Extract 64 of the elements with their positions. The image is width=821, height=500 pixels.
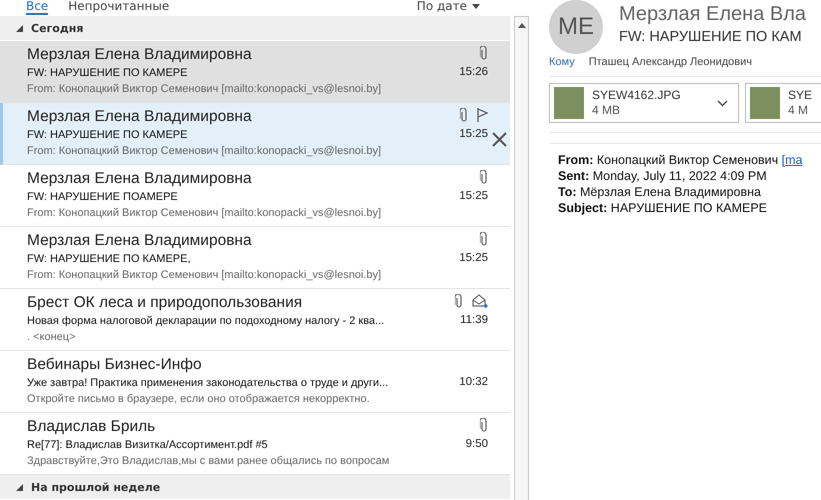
sender-name: Мерзлая Елена Владимировна [27, 169, 253, 189]
expand-triangle-icon [16, 24, 23, 32]
message-subject: FW: НАРУШЕНИЕ ПО КАМЕРЕ [27, 128, 188, 143]
header-line: From: Конопацкий Виктор Семенович [ma [558, 152, 804, 168]
message-time: 9:50 [466, 437, 488, 452]
message-preview: From: Конопацкий Виктор Семенович [mailto:konopacki_vs@lesnoi.by] [27, 206, 382, 221]
message-preview: From: Конопацкий Виктор Семенович [mailto:konopacki_vs@lesnoi.by] [27, 144, 382, 159]
file-name: SYEW4162.JPG [592, 88, 682, 103]
header-line: Subject: НАРУШЕНИЕ ПО КАМЕРЕ [558, 200, 768, 216]
photo-placeholder [554, 87, 584, 119]
message-time: 15:25 [459, 251, 488, 266]
sender-name: Мерзлая Елена Вла [619, 2, 806, 27]
scroll-up-icon[interactable] [518, 23, 526, 28]
message-time: 15:25 [459, 189, 488, 204]
message-subject: FW: НАРУШЕНИЕ ПО КАМЕРЕ, [27, 252, 192, 267]
group-header[interactable]: Сегодня [0, 16, 510, 41]
sort-dropdown[interactable]: По дате [416, 0, 480, 13]
file-name: SYE [788, 88, 814, 103]
message-item[interactable]: Брест ОК леса и природопользования Новая форма налоговой декларации по подоходному налогу - 2 ква... . <конец> 11:39 [0, 289, 510, 351]
email-subject: FW: НАРУШЕНИЕ ПО КАМ [619, 28, 803, 47]
flag-icon[interactable] [477, 108, 488, 122]
message-item[interactable]: Мерзлая Елена Владимировна FW: НАРУШЕНИЕ ПО КАМЕРЕ From: Конопацкий Виктор Семенович [mailto:konopacki_vs@lesnoi.by] 15:26 [0, 41, 510, 103]
file-size: 4 M [788, 103, 810, 118]
scrollbar[interactable] [514, 16, 529, 500]
avatar: ME [549, 0, 603, 54]
email-link[interactable]: [ma [782, 153, 802, 167]
message-subject: FW: НАРУШЕНИЕ ПОАМЕРЕ [27, 190, 179, 205]
group-header[interactable]: На прошлой неделе [0, 475, 510, 500]
chevron-down-icon[interactable] [717, 100, 728, 106]
message-subject: Re[77]: Владислав Визитка/Ассортимент.pdf #5 [27, 438, 269, 453]
sender-name: Вебинары Бизнес-Инфо [27, 355, 203, 375]
sender-name: Мерзлая Елена Владимировна [27, 231, 253, 251]
file-size: 4 MB [592, 103, 622, 118]
message-subject: Уже завтра! Практика применения законодательства о труде и други... [27, 376, 390, 391]
message-subject: Новая форма налоговой декларации по подоходному налогу - 2 ква... [27, 314, 386, 329]
filter-tab[interactable]: Непрочитанные [68, 0, 170, 15]
caret-icon [472, 4, 480, 9]
header-line: To: Мёрзлая Елена Владимировна [558, 184, 762, 200]
attachment-card[interactable]: SYEW4162.JPG 4 MB [549, 83, 739, 123]
recipient-name[interactable]: Пташец Александр Леонидович [588, 56, 752, 68]
photo-placeholder [750, 87, 780, 119]
to-label: Кому [549, 56, 575, 68]
message-preview: . <конец> [27, 330, 77, 345]
sender-name: Владислав Бриль [27, 417, 156, 437]
expand-triangle-icon [16, 484, 23, 490]
message-preview: Здравствуйте,Это Владислав,мы с вами ранее общались по вопросам [27, 454, 390, 469]
message-preview: From: Конопацкий Виктор Семенович [mailto:konopacki_vs@lesnoi.by] [27, 82, 382, 97]
message-item[interactable]: Вебинары Бизнес-Инфо Уже завтра! Практика применения законодательства о труде и други... Откройте письмо в браузере, если оно отображается некорректно. 10:32 [0, 351, 510, 413]
attachment-card[interactable]: SYE 4 M [745, 83, 821, 123]
message-time: 15:25 [459, 127, 488, 142]
message-time: 15:26 [459, 65, 488, 80]
message-time: 10:32 [459, 375, 488, 390]
message-time: 11:39 [460, 313, 488, 328]
message-item[interactable]: Мерзлая Елена Владимировна FW: НАРУШЕНИЕ ПО КАМЕРЕ From: Конопацкий Виктор Семенович [mailto:konopacki_vs@lesnoi.by] 15:25 [0, 103, 510, 165]
message-preview: Откройте письмо в браузере, если оно отображается некорректно. [27, 392, 371, 407]
message-subject: FW: НАРУШЕНИЕ ПО КАМЕРЕ [27, 66, 188, 81]
sender-name: Брест ОК леса и природопользования [27, 293, 304, 313]
delete-icon[interactable] [492, 132, 506, 147]
message-item[interactable]: Мерзлая Елена Владимировна FW: НАРУШЕНИЕ ПО КАМЕРЕ, From: Конопацкий Виктор Семенович [mailto:konopacki_vs@lesnoi.by] 15:25 [0, 227, 510, 289]
message-preview: From: Конопацкий Виктор Семенович [mailto:konopacki_vs@lesnoi.by] [27, 268, 382, 283]
sender-name: Мерзлая Елена Владимировна [27, 107, 253, 127]
message-item[interactable]: Мерзлая Елена Владимировна FW: НАРУШЕНИЕ ПОАМЕРЕ From: Конопацкий Виктор Семенович [mailto:konopacki_vs@lesnoi.by] 15:25 [0, 165, 510, 227]
sender-name: Мерзлая Елена Владимировна [27, 45, 253, 65]
header-line: Sent: Monday, July 11, 2022 4:09 PM [558, 168, 768, 184]
